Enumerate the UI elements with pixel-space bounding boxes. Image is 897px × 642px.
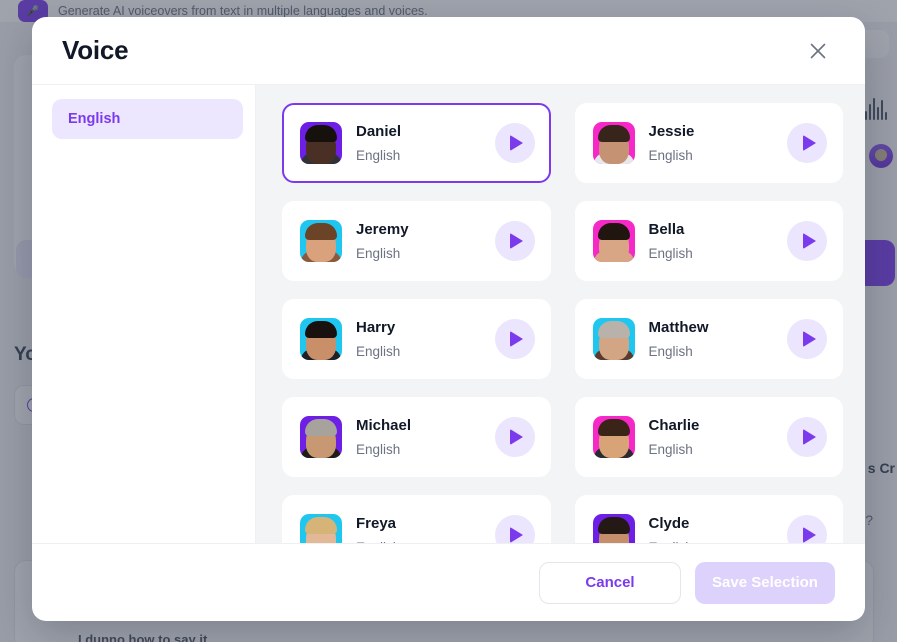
play-icon	[802, 527, 816, 543]
play-icon	[802, 331, 816, 347]
voice-card[interactable]: Matthew English	[574, 299, 843, 379]
play-button[interactable]	[494, 221, 535, 261]
voice-name: Charlie	[648, 417, 700, 434]
voice-language: English	[648, 442, 693, 457]
language-sidebar: English	[32, 85, 256, 543]
voice-card[interactable]: ClydeEnglish	[574, 495, 843, 543]
page-title: Voice	[62, 35, 129, 65]
play-icon	[510, 429, 523, 445]
avatar	[300, 416, 342, 458]
voice-meta: Daniel English	[356, 123, 495, 163]
play-icon	[510, 527, 523, 543]
avatar	[592, 122, 635, 164]
voice-name: Jessie	[648, 123, 695, 140]
voice-meta: FreyaEnglish	[356, 515, 495, 543]
sidebar-item-english[interactable]: English	[52, 99, 243, 139]
play-button[interactable]	[787, 319, 827, 359]
modal-header: Voice	[32, 17, 865, 85]
voice-card[interactable]: Daniel English	[282, 103, 551, 183]
voice-meta: Matthew English	[649, 319, 788, 359]
cancel-button[interactable]: Cancel	[539, 561, 681, 604]
voice-name: Freya	[356, 515, 397, 532]
voice-meta: Charlie English	[649, 417, 788, 457]
voice-language: English	[356, 246, 401, 261]
voice-language: English	[356, 148, 401, 163]
close-button[interactable]	[801, 34, 835, 68]
play-button[interactable]	[494, 123, 535, 163]
close-icon	[810, 43, 826, 58]
play-button[interactable]	[494, 417, 535, 457]
voice-card[interactable]: Harry English	[282, 299, 551, 379]
voice-card[interactable]: Jessie English	[574, 103, 843, 183]
avatar	[300, 122, 342, 164]
voice-meta: Michael English	[356, 417, 495, 457]
modal-body: English Daniel English Jessie English Jeremy…	[32, 85, 865, 543]
voice-name: Matthew	[648, 319, 709, 336]
voice-name: Bella	[648, 221, 685, 238]
play-icon	[802, 429, 816, 445]
voice-card[interactable]: Michael English	[282, 397, 551, 477]
play-button[interactable]	[787, 515, 827, 543]
play-icon	[510, 233, 523, 249]
play-icon	[802, 233, 816, 249]
voice-card[interactable]: FreyaEnglish	[282, 495, 551, 543]
voice-meta: Bella English	[649, 221, 788, 261]
voice-meta: Jeremy English	[356, 221, 495, 261]
voice-name: Jeremy	[356, 221, 409, 238]
avatar	[300, 318, 342, 360]
sidebar-item-label: English	[68, 111, 121, 127]
voice-grid: Daniel English Jessie English Jeremy English B…	[282, 103, 843, 543]
play-button[interactable]	[494, 515, 535, 543]
play-button[interactable]	[787, 417, 827, 457]
save-selection-button[interactable]: Save Selection	[695, 561, 835, 604]
play-button[interactable]	[787, 221, 827, 261]
voice-meta: Jessie English	[649, 123, 788, 163]
voice-language: English	[648, 344, 693, 359]
avatar	[300, 220, 342, 262]
voice-name: Harry	[356, 319, 396, 336]
voice-name: Michael	[356, 417, 412, 434]
voice-card[interactable]: Charlie English	[574, 397, 843, 477]
voice-meta: ClydeEnglish	[649, 515, 788, 543]
voice-language: English	[648, 148, 693, 163]
voice-language: English	[356, 442, 401, 457]
voice-name: Daniel	[356, 123, 402, 140]
voice-language: English	[356, 344, 401, 359]
play-button[interactable]	[494, 319, 535, 359]
voice-language: English	[648, 246, 693, 261]
voice-name: Clyde	[648, 515, 690, 532]
avatar	[592, 514, 635, 543]
avatar	[592, 318, 635, 360]
avatar	[592, 220, 635, 262]
voice-card[interactable]: Bella English	[574, 201, 843, 281]
avatar	[592, 416, 635, 458]
modal-footer: Cancel Save Selection	[32, 543, 865, 621]
voice-card[interactable]: Jeremy English	[282, 201, 551, 281]
voice-modal: Voice English Daniel English Jessie English…	[32, 17, 865, 621]
play-icon	[802, 135, 816, 151]
play-icon	[510, 135, 523, 151]
voice-meta: Harry English	[356, 319, 495, 359]
play-button[interactable]	[787, 123, 827, 163]
play-icon	[510, 331, 523, 347]
voice-list-panel[interactable]: Daniel English Jessie English Jeremy English B…	[256, 85, 865, 543]
avatar	[300, 514, 342, 543]
